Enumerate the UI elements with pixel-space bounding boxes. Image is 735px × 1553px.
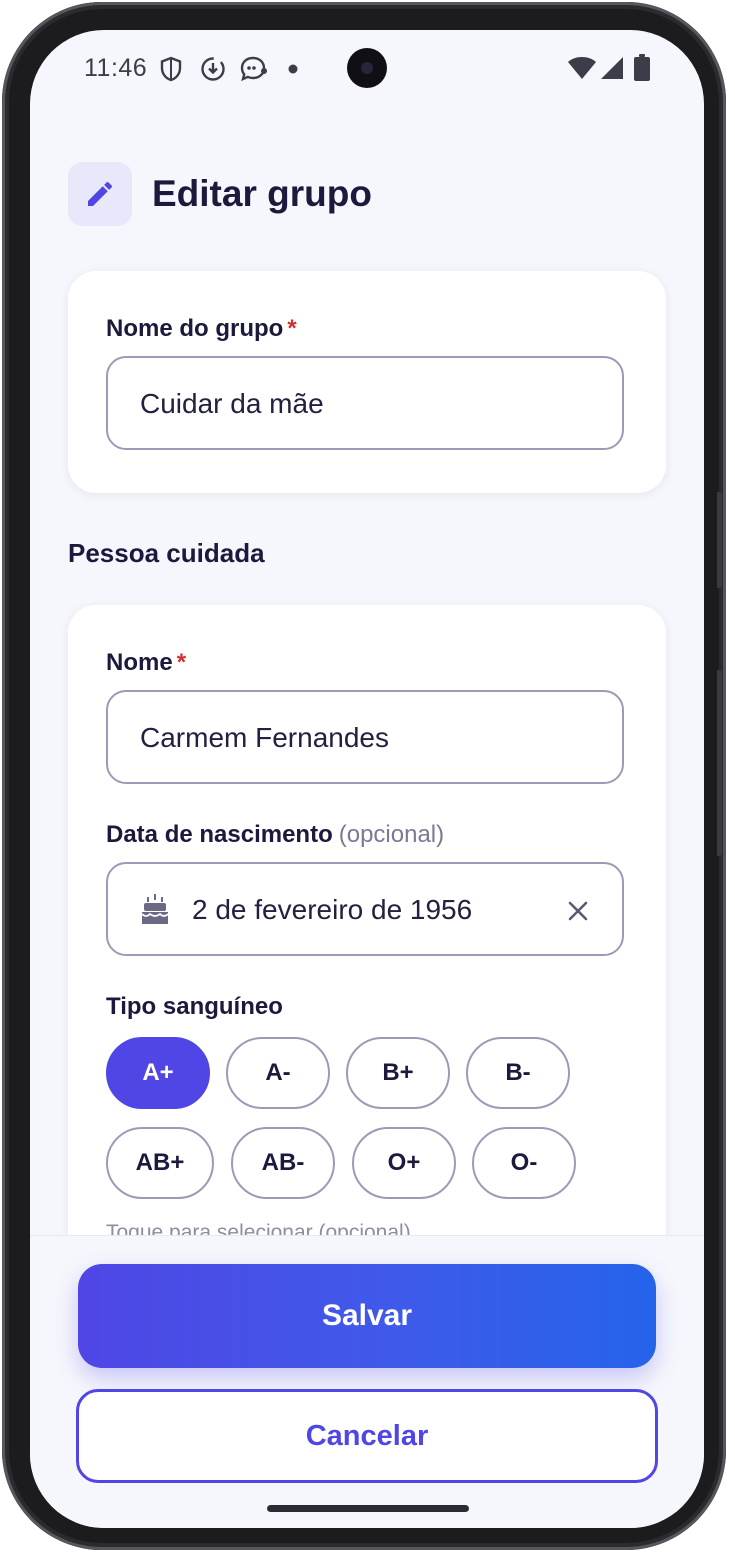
blood-type-label: Tipo sanguíneo: [106, 993, 283, 1020]
home-indicator[interactable]: [267, 1505, 469, 1512]
action-panel: Salvar Cancelar: [30, 1235, 704, 1528]
blood-type-chip-o-pos[interactable]: O+: [352, 1127, 456, 1199]
shield-icon: [160, 56, 182, 82]
blood-type-chip-a-neg[interactable]: A-: [226, 1037, 330, 1109]
birth-date-label: Data de nascimento (opcional): [106, 821, 444, 849]
battery-icon: [634, 54, 650, 81]
pencil-icon: [88, 181, 113, 206]
download-icon: [201, 57, 225, 81]
screen: 11:46 Editar grupo Nome do grupo * Cuida…: [30, 30, 704, 1528]
wifi-icon: [568, 57, 596, 79]
blood-type-chip-a-pos[interactable]: A+: [106, 1037, 210, 1109]
header-icon-box: [68, 162, 132, 226]
phone-frame: 11:46 Editar grupo Nome do grupo * Cuida…: [2, 2, 726, 1550]
close-icon[interactable]: [568, 901, 588, 921]
volume-button: [717, 492, 722, 588]
chat-icon: [240, 56, 267, 82]
group-card: Nome do grupo * Cuidar da mãe: [68, 271, 666, 493]
page-header: Editar grupo: [68, 162, 372, 226]
birth-date-label-text: Data de nascimento: [106, 821, 333, 848]
group-name-input[interactable]: Cuidar da mãe: [106, 356, 624, 450]
birth-date-field[interactable]: 2 de fevereiro de 1956: [106, 862, 624, 956]
required-mark: *: [176, 649, 187, 676]
group-name-label-text: Nome do grupo: [106, 315, 284, 342]
blood-type-chip-ab-pos[interactable]: AB+: [106, 1127, 214, 1199]
optional-tag: (opcional): [338, 821, 445, 848]
cancel-button[interactable]: Cancelar: [76, 1389, 658, 1483]
blood-type-chip-ab-neg[interactable]: AB-: [231, 1127, 335, 1199]
person-name-input[interactable]: Carmem Fernandes: [106, 690, 624, 784]
power-button: [717, 670, 722, 856]
blood-type-chip-b-neg[interactable]: B-: [466, 1037, 570, 1109]
section-title: Pessoa cuidada: [68, 538, 265, 568]
dot-icon: [288, 64, 298, 74]
blood-type-chip-o-neg[interactable]: O-: [472, 1127, 576, 1199]
page-title: Editar grupo: [152, 173, 372, 214]
group-name-value: Cuidar da mãe: [140, 388, 324, 419]
person-name-label: Nome *: [106, 649, 186, 677]
cake-icon: [141, 894, 169, 924]
front-camera: [347, 48, 387, 88]
blood-type-chip-b-pos[interactable]: B+: [346, 1037, 450, 1109]
person-card: Nome * Carmem Fernandes Data de nasciment…: [68, 605, 666, 1325]
person-name-label-text: Nome: [106, 649, 173, 676]
cellular-signal-icon: [601, 57, 623, 79]
required-mark: *: [287, 315, 297, 342]
group-name-label: Nome do grupo *: [106, 315, 297, 343]
status-time: 11:46: [84, 54, 148, 82]
save-button[interactable]: Salvar: [78, 1264, 656, 1368]
birth-date-value: 2 de fevereiro de 1956: [192, 894, 473, 925]
person-name-value: Carmem Fernandes: [140, 722, 389, 753]
status-bar: 11:46: [30, 30, 704, 106]
